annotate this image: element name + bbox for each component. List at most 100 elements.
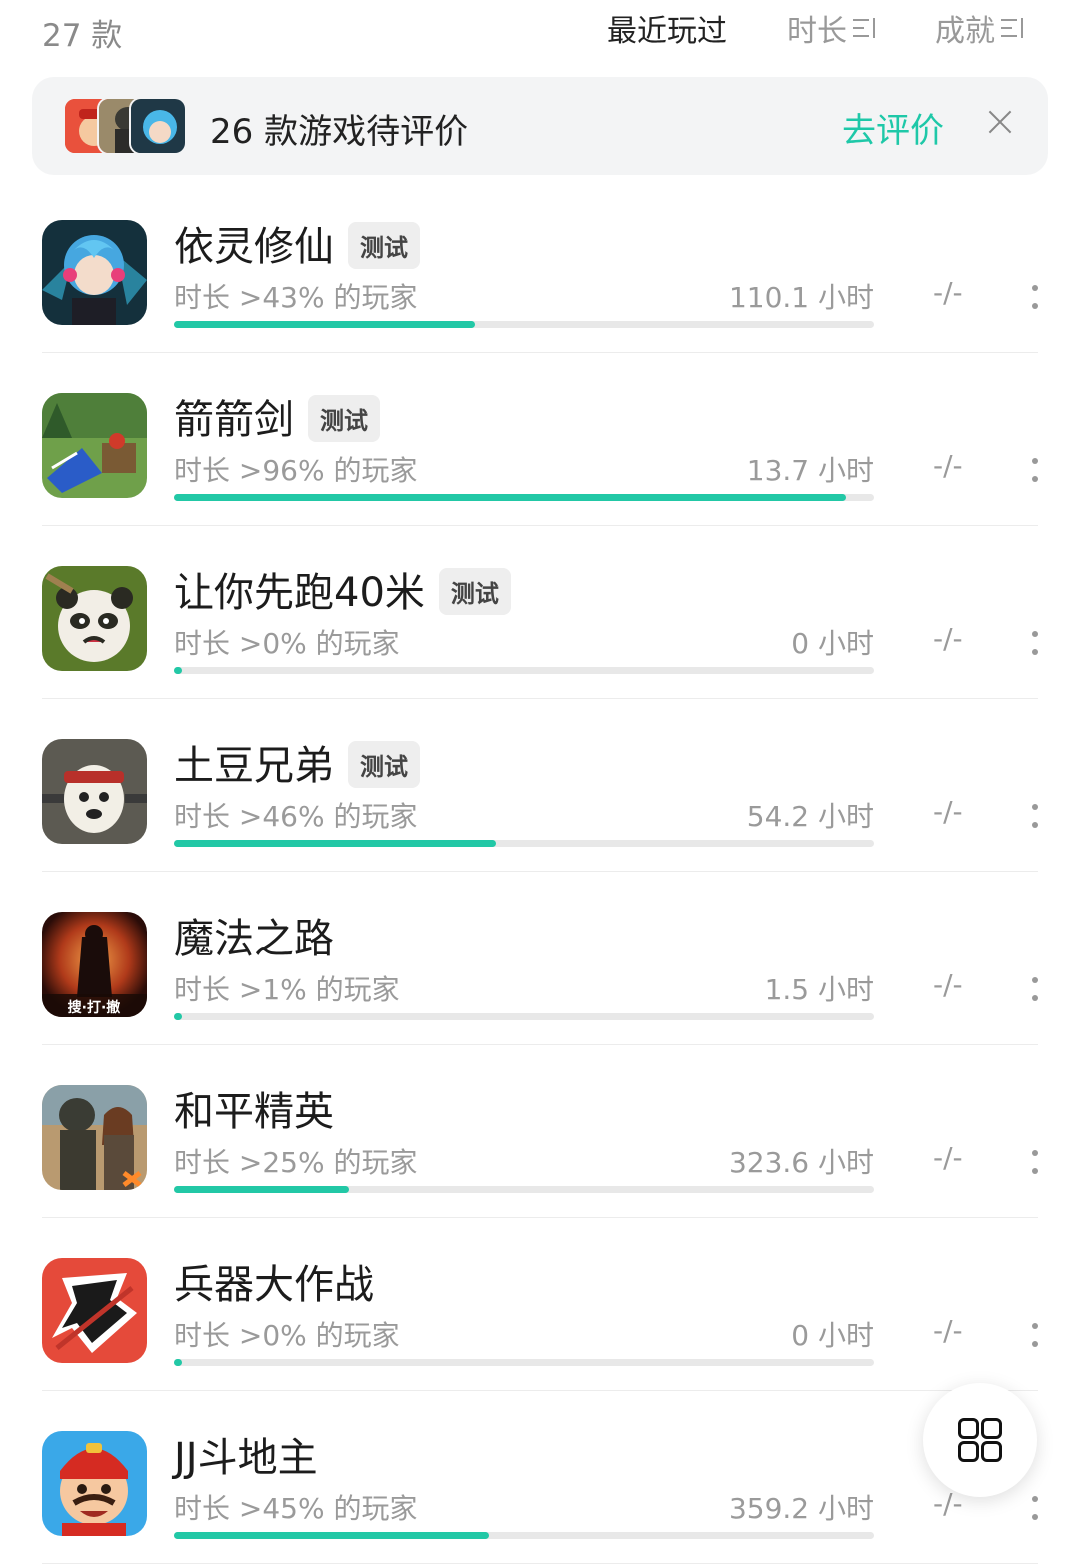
playtime-progress-bar [174,840,874,847]
playtime-percentile: 时长 >0% 的玩家 [174,627,400,660]
go-review-button[interactable]: 去评价 [842,103,944,152]
game-icon[interactable] [42,1258,147,1363]
playtime-hours: 0 小时 [791,1319,874,1352]
game-icon[interactable] [42,1431,147,1536]
game-icon[interactable] [42,739,147,844]
mofa-badge-text: 搜·打·撤 [68,999,121,1016]
achievement-count: -/- [933,449,963,482]
playtime-percentile: 时长 >46% 的玩家 [174,800,418,833]
playtime-percentile: 时长 >1% 的玩家 [174,973,400,1006]
playtime-percentile: 时长 >0% 的玩家 [174,1319,400,1352]
game-title: 让你先跑40米 [174,570,425,616]
playtime-hours: 0 小时 [791,627,874,660]
sort-recent-tab[interactable]: 最近玩过 [607,6,727,50]
sort-order-icon [853,16,877,40]
game-icon[interactable] [42,566,147,671]
achievement-count: -/- [933,968,963,1001]
game-title: 依灵修仙 [174,224,334,270]
playtime-progress-bar [174,1013,874,1020]
more-options-icon[interactable] [1031,977,1039,1001]
playtime-hours: 54.2 小时 [746,800,874,833]
test-badge: 测试 [438,567,511,615]
game-name: JJ斗地主 [174,1425,318,1483]
game-icon[interactable] [42,220,147,325]
playtime-progress-fill [174,1359,182,1366]
game-row[interactable]: 兵器大作战时长 >0% 的玩家 0 小时 -/- [0,1218,1074,1391]
more-options-icon[interactable] [1031,1150,1039,1174]
playtime-progress-fill [174,1532,489,1539]
playtime-progress-bar [174,1186,874,1193]
game-title: 箭箭剑 [174,397,294,443]
playtime-percentile: 时长 >96% 的玩家 [174,454,418,487]
game-icon[interactable] [42,1085,147,1190]
playtime-percentile: 时长 >43% 的玩家 [174,281,418,314]
playtime-hours: 323.6 小时 [728,1146,874,1179]
game-row[interactable]: 箭箭剑 测试时长 >96% 的玩家 13.7 小时 -/- [0,353,1074,526]
playtime-percentile: 时长 >25% 的玩家 [174,1146,418,1179]
sort-order-icon [1001,16,1025,40]
game-row[interactable]: 土豆兄弟 测试时长 >46% 的玩家 54.2 小时 -/- [0,699,1074,872]
achievement-count: -/- [933,1141,963,1174]
top-bar: 27 款 最近玩过 时长 成就 [0,0,1074,60]
game-title: 魔法之路 [174,916,334,962]
playtime-progress-bar [174,667,874,674]
more-options-icon[interactable] [1031,285,1039,309]
game-name: 和平精英 [174,1079,334,1137]
achievement-count: -/- [933,795,963,828]
playtime-hours: 1.5 小时 [764,973,874,1006]
game-row[interactable]: 搜·打·撤 魔法之路时长 >1% 的玩家 1.5 小时 -/- [0,872,1074,1045]
playtime-progress-bar [174,321,874,328]
achievement-count: -/- [933,622,963,655]
game-row[interactable]: 和平精英时长 >25% 的玩家 323.6 小时 -/- [0,1045,1074,1218]
game-icon[interactable] [42,393,147,498]
close-icon[interactable] [985,107,1015,137]
game-name: 兵器大作战 [174,1252,374,1310]
game-row[interactable]: 依灵修仙 测试时长 >43% 的玩家 110.1 小时 -/- [0,180,1074,353]
sort-achievement-tab[interactable]: 成就 [935,6,1025,50]
playtime-hours: 359.2 小时 [728,1492,874,1525]
game-name: 箭箭剑 测试 [174,387,380,446]
playtime-progress-bar [174,494,874,501]
game-count: 27 款 [42,18,123,54]
more-options-icon[interactable] [1031,631,1039,655]
playtime-progress-fill [174,321,475,328]
game-row[interactable]: 让你先跑40米 测试时长 >0% 的玩家 0 小时 -/- [0,526,1074,699]
sort-achievement-label: 成就 [935,14,995,49]
sort-duration-tab[interactable]: 时长 [787,6,877,50]
game-name: 魔法之路 [174,906,334,964]
test-badge: 测试 [308,394,380,442]
more-options-icon[interactable] [1031,1323,1039,1347]
banner-text: 26 款游戏待评价 [210,112,469,152]
game-name: 土豆兄弟 测试 [174,733,420,792]
sort-duration-label: 时长 [787,14,847,49]
game-row[interactable]: JJ斗地主 时长 >45% 的玩家 359.2 小时 -/- [0,1391,1074,1564]
game-title: 和平精英 [174,1089,334,1135]
test-badge: 测试 [348,221,420,269]
achievement-count: -/- [933,1314,963,1347]
game-name: 让你先跑40米 测试 [174,560,511,619]
game-title: 土豆兄弟 [174,743,334,789]
more-options-icon[interactable] [1031,804,1039,828]
playtime-progress-bar [174,1532,874,1539]
game-name: 依灵修仙 测试 [174,214,420,273]
playtime-progress-fill [174,667,182,674]
playtime-hours: 13.7 小时 [746,454,874,487]
playtime-hours: 110.1 小时 [728,281,874,314]
game-title: JJ斗地主 [174,1435,318,1481]
playtime-progress-bar [174,1359,874,1366]
playtime-percentile: 时长 >45% 的玩家 [174,1492,418,1525]
grid-view-button[interactable] [923,1383,1037,1497]
test-badge: 测试 [348,740,420,788]
more-options-icon[interactable] [1031,1496,1039,1520]
playtime-progress-fill [174,840,496,847]
achievement-count: -/- [933,276,963,309]
banner-game-icons [63,97,188,155]
game-icon-thumb [129,97,187,155]
game-icon[interactable]: 搜·打·撤 [42,912,147,1017]
pending-review-banner[interactable]: 26 款游戏待评价 去评价 [32,77,1048,175]
playtime-progress-fill [174,1013,182,1020]
more-options-icon[interactable] [1031,458,1039,482]
playtime-progress-fill [174,494,846,501]
game-title: 兵器大作战 [174,1262,374,1308]
playtime-progress-fill [174,1186,349,1193]
